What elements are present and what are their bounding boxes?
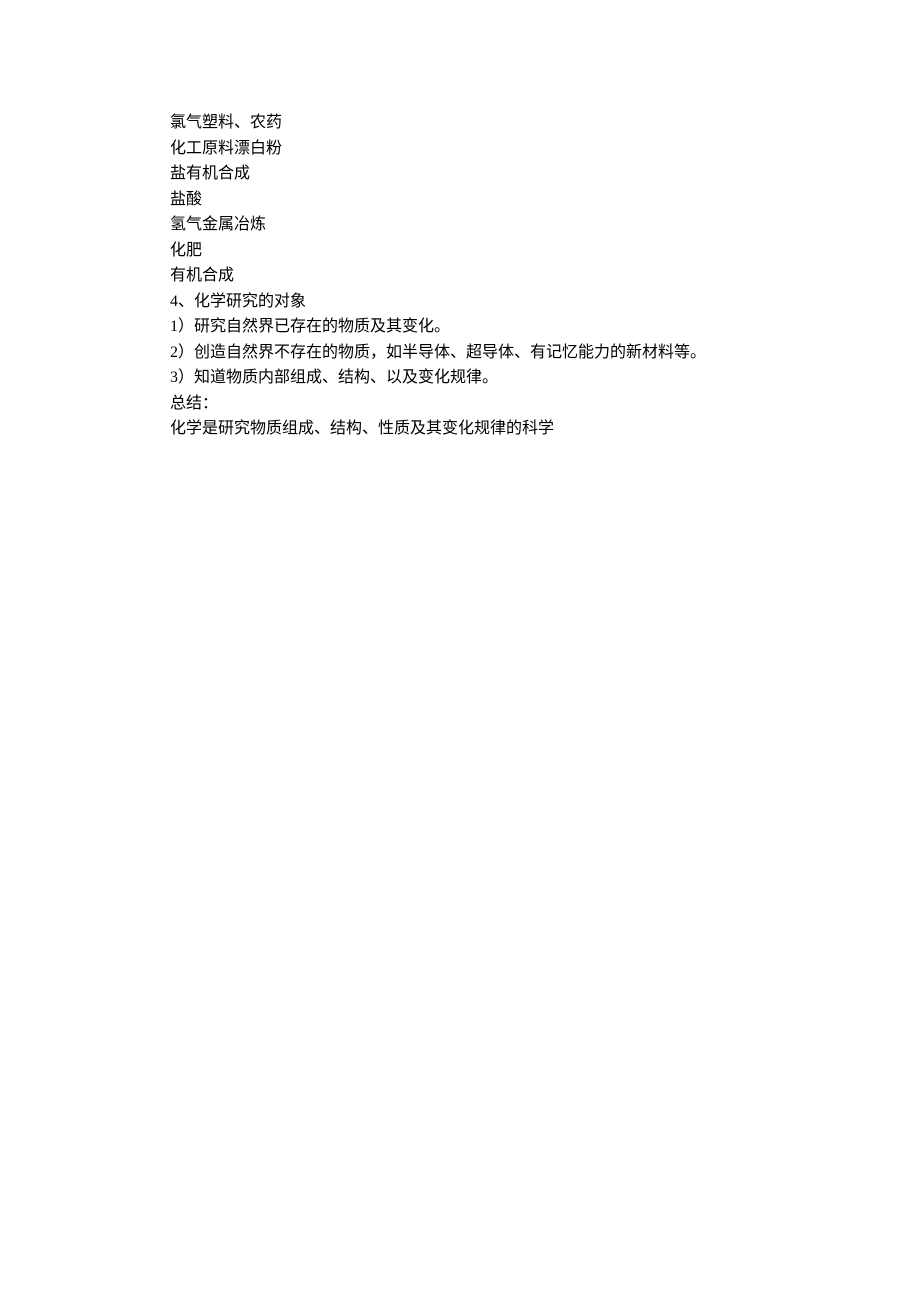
text-line: 2）创造自然界不存在的物质，如半导体、超导体、有记忆能力的新材料等。: [170, 340, 790, 366]
text-line: 化肥: [170, 238, 790, 264]
text-line: 盐有机合成: [170, 161, 790, 187]
text-line: 化学是研究物质组成、结构、性质及其变化规律的科学: [170, 416, 790, 442]
text-line: 氢气金属冶炼: [170, 212, 790, 238]
text-line: 1）研究自然界已存在的物质及其变化。: [170, 314, 790, 340]
text-line: 有机合成: [170, 263, 790, 289]
document-content: 氯气塑料、农药 化工原料漂白粉 盐有机合成 盐酸 氢气金属冶炼 化肥 有机合成 …: [170, 110, 790, 442]
text-line: 化工原料漂白粉: [170, 136, 790, 162]
text-line: 3）知道物质内部组成、结构、以及变化规律。: [170, 365, 790, 391]
text-line: 4、化学研究的对象: [170, 289, 790, 315]
text-line: 盐酸: [170, 187, 790, 213]
text-line: 总结：: [170, 391, 790, 417]
text-line: 氯气塑料、农药: [170, 110, 790, 136]
